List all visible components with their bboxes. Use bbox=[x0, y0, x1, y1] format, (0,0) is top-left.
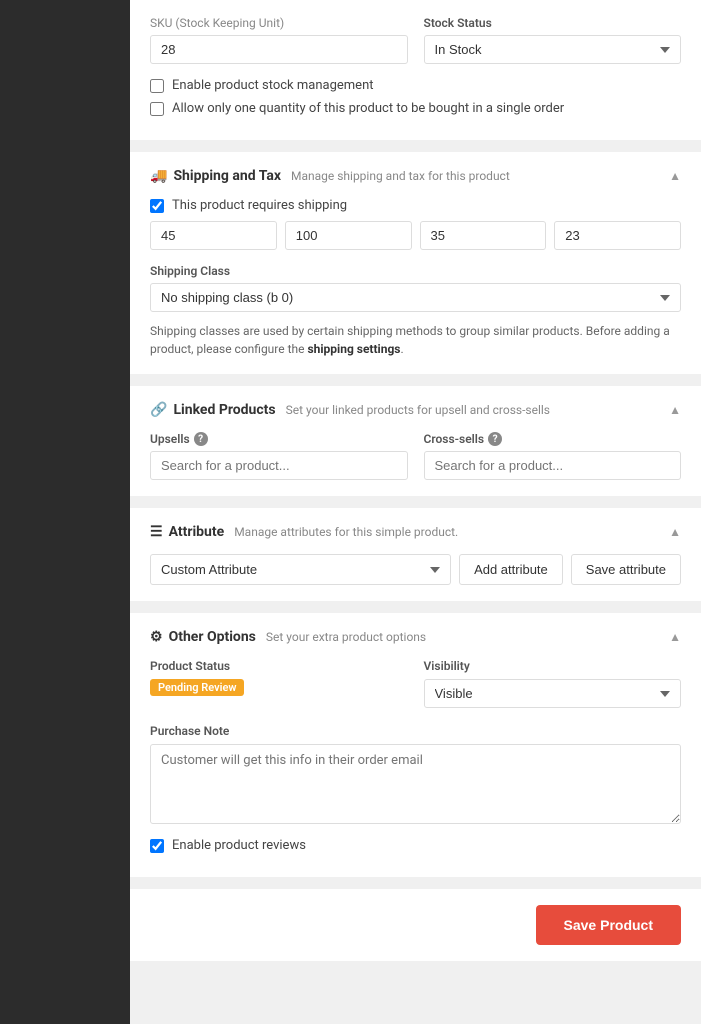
dim2-input[interactable] bbox=[285, 221, 412, 250]
other-options-header: Other Options Set your extra product opt… bbox=[150, 629, 681, 645]
linked-section-header: Linked Products Set your linked products… bbox=[150, 402, 681, 418]
visibility-label: Visibility bbox=[424, 659, 682, 673]
shipping-title-text: Shipping and Tax bbox=[173, 168, 281, 184]
requires-shipping-checkbox[interactable] bbox=[150, 199, 164, 213]
linked-title-text: Linked Products bbox=[173, 402, 275, 418]
crosssells-label: Cross-sells ? bbox=[424, 432, 682, 446]
requires-shipping-label: This product requires shipping bbox=[172, 198, 347, 213]
shipping-collapse-icon[interactable]: ▲ bbox=[669, 169, 681, 183]
upsells-help-icon[interactable]: ? bbox=[194, 432, 208, 446]
stock-status-col: Stock Status In Stock Out of Stock On Ba… bbox=[424, 16, 682, 64]
requires-shipping-row: This product requires shipping bbox=[150, 198, 681, 213]
dim3-input[interactable] bbox=[420, 221, 547, 250]
linked-collapse-icon[interactable]: ▲ bbox=[669, 403, 681, 417]
dimensions-row bbox=[150, 221, 681, 250]
dim1-input[interactable] bbox=[150, 221, 277, 250]
shipping-tax-card: Shipping and Tax Manage shipping and tax… bbox=[130, 152, 701, 374]
table-icon bbox=[150, 524, 163, 540]
enable-stock-row: Enable product stock management bbox=[150, 78, 681, 93]
gear-icon bbox=[150, 629, 163, 645]
other-options-subtitle: Set your extra product options bbox=[266, 630, 426, 644]
other-options-title-text: Other Options bbox=[169, 629, 256, 645]
linked-products-card: Linked Products Set your linked products… bbox=[130, 386, 701, 496]
crosssells-help-icon[interactable]: ? bbox=[488, 432, 502, 446]
enable-reviews-checkbox[interactable] bbox=[150, 839, 164, 853]
sku-label-sub: (Stock Keeping Unit) bbox=[175, 16, 284, 30]
attribute-title: Attribute Manage attributes for this sim… bbox=[150, 524, 458, 540]
purchase-note-textarea[interactable] bbox=[150, 744, 681, 824]
footer-bar: Save Product bbox=[130, 889, 701, 961]
shipping-subtitle: Manage shipping and tax for this product bbox=[291, 169, 510, 183]
sku-label-text: SKU bbox=[150, 16, 172, 30]
visibility-col: Visibility Visible Hidden Search only Ca… bbox=[424, 659, 682, 708]
crosssells-label-text: Cross-sells bbox=[424, 432, 485, 446]
options-row: Product Status Pending Review Visibility… bbox=[150, 659, 681, 708]
enable-stock-checkbox[interactable] bbox=[150, 79, 164, 93]
sku-input[interactable] bbox=[150, 35, 408, 64]
sidebar bbox=[0, 0, 130, 1024]
upsells-search-input[interactable] bbox=[150, 451, 408, 480]
shipping-note-text: Shipping classes are used by certain shi… bbox=[150, 324, 670, 356]
stock-status-select[interactable]: In Stock Out of Stock On Backorder bbox=[424, 35, 682, 64]
visibility-select[interactable]: Visible Hidden Search only Catalog only bbox=[424, 679, 682, 708]
single-quantity-row: Allow only one quantity of this product … bbox=[150, 101, 681, 116]
shipping-section-header: Shipping and Tax Manage shipping and tax… bbox=[150, 168, 681, 184]
other-options-card: Other Options Set your extra product opt… bbox=[130, 613, 701, 877]
shipping-class-label: Shipping Class bbox=[150, 264, 681, 278]
save-product-button[interactable]: Save Product bbox=[536, 905, 681, 945]
upsells-label-text: Upsells bbox=[150, 432, 190, 446]
sku-label: SKU (Stock Keeping Unit) bbox=[150, 16, 408, 30]
save-attribute-button[interactable]: Save attribute bbox=[571, 554, 681, 585]
upsells-col: Upsells ? bbox=[150, 432, 408, 480]
shipping-note: Shipping classes are used by certain shi… bbox=[150, 322, 681, 358]
other-options-collapse-icon[interactable]: ▲ bbox=[669, 630, 681, 644]
shipping-class-select[interactable]: No shipping class (b 0) Standard Express bbox=[150, 283, 681, 312]
truck-icon bbox=[150, 168, 167, 184]
product-status-label: Product Status bbox=[150, 659, 408, 673]
upsells-label: Upsells ? bbox=[150, 432, 408, 446]
link-icon bbox=[150, 402, 167, 418]
attribute-card: Attribute Manage attributes for this sim… bbox=[130, 508, 701, 601]
other-options-title: Other Options Set your extra product opt… bbox=[150, 629, 426, 645]
add-attribute-button[interactable]: Add attribute bbox=[459, 554, 563, 585]
attribute-section-header: Attribute Manage attributes for this sim… bbox=[150, 524, 681, 540]
main-content: SKU (Stock Keeping Unit) Stock Status In… bbox=[130, 0, 701, 1024]
shipping-settings-link[interactable]: shipping settings bbox=[307, 342, 400, 356]
crosssells-col: Cross-sells ? bbox=[424, 432, 682, 480]
product-status-col: Product Status Pending Review bbox=[150, 659, 408, 708]
shipping-title: Shipping and Tax Manage shipping and tax… bbox=[150, 168, 510, 184]
attribute-row: Custom Attribute Color Size Add attribut… bbox=[150, 554, 681, 585]
attribute-collapse-icon[interactable]: ▲ bbox=[669, 525, 681, 539]
linked-title: Linked Products Set your linked products… bbox=[150, 402, 550, 418]
enable-reviews-row: Enable product reviews bbox=[150, 838, 681, 853]
attribute-subtitle: Manage attributes for this simple produc… bbox=[234, 525, 458, 539]
sku-stock-card: SKU (Stock Keeping Unit) Stock Status In… bbox=[130, 0, 701, 140]
linked-subtitle: Set your linked products for upsell and … bbox=[286, 403, 550, 417]
single-quantity-label: Allow only one quantity of this product … bbox=[172, 101, 564, 116]
single-quantity-checkbox[interactable] bbox=[150, 102, 164, 116]
enable-stock-label: Enable product stock management bbox=[172, 78, 374, 93]
dim4-input[interactable] bbox=[554, 221, 681, 250]
attribute-select[interactable]: Custom Attribute Color Size bbox=[150, 554, 451, 585]
linked-row: Upsells ? Cross-sells ? bbox=[150, 432, 681, 480]
attribute-title-text: Attribute bbox=[169, 524, 225, 540]
crosssells-search-input[interactable] bbox=[424, 451, 682, 480]
sku-row: SKU (Stock Keeping Unit) Stock Status In… bbox=[150, 16, 681, 64]
purchase-note-label: Purchase Note bbox=[150, 724, 681, 738]
sku-col: SKU (Stock Keeping Unit) bbox=[150, 16, 408, 64]
stock-status-label: Stock Status bbox=[424, 16, 682, 30]
enable-reviews-label: Enable product reviews bbox=[172, 838, 306, 853]
status-badge: Pending Review bbox=[150, 679, 244, 696]
